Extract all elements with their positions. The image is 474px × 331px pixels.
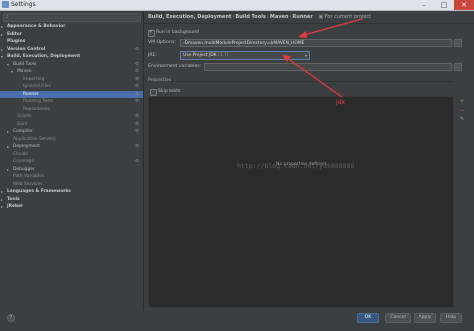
cancel-button[interactable]: Cancel	[385, 313, 411, 323]
help-circle-icon[interactable]: ?	[7, 314, 15, 322]
annotation-arrow	[303, 18, 363, 36]
annotation-arrow	[286, 57, 343, 98]
apply-button[interactable]: Apply	[414, 313, 436, 323]
arrow-head	[282, 55, 291, 62]
arrow-head	[298, 31, 307, 38]
ok-button[interactable]: OK	[357, 313, 379, 323]
annotation-arrows	[282, 18, 363, 98]
help-button[interactable]: Help	[440, 313, 462, 323]
